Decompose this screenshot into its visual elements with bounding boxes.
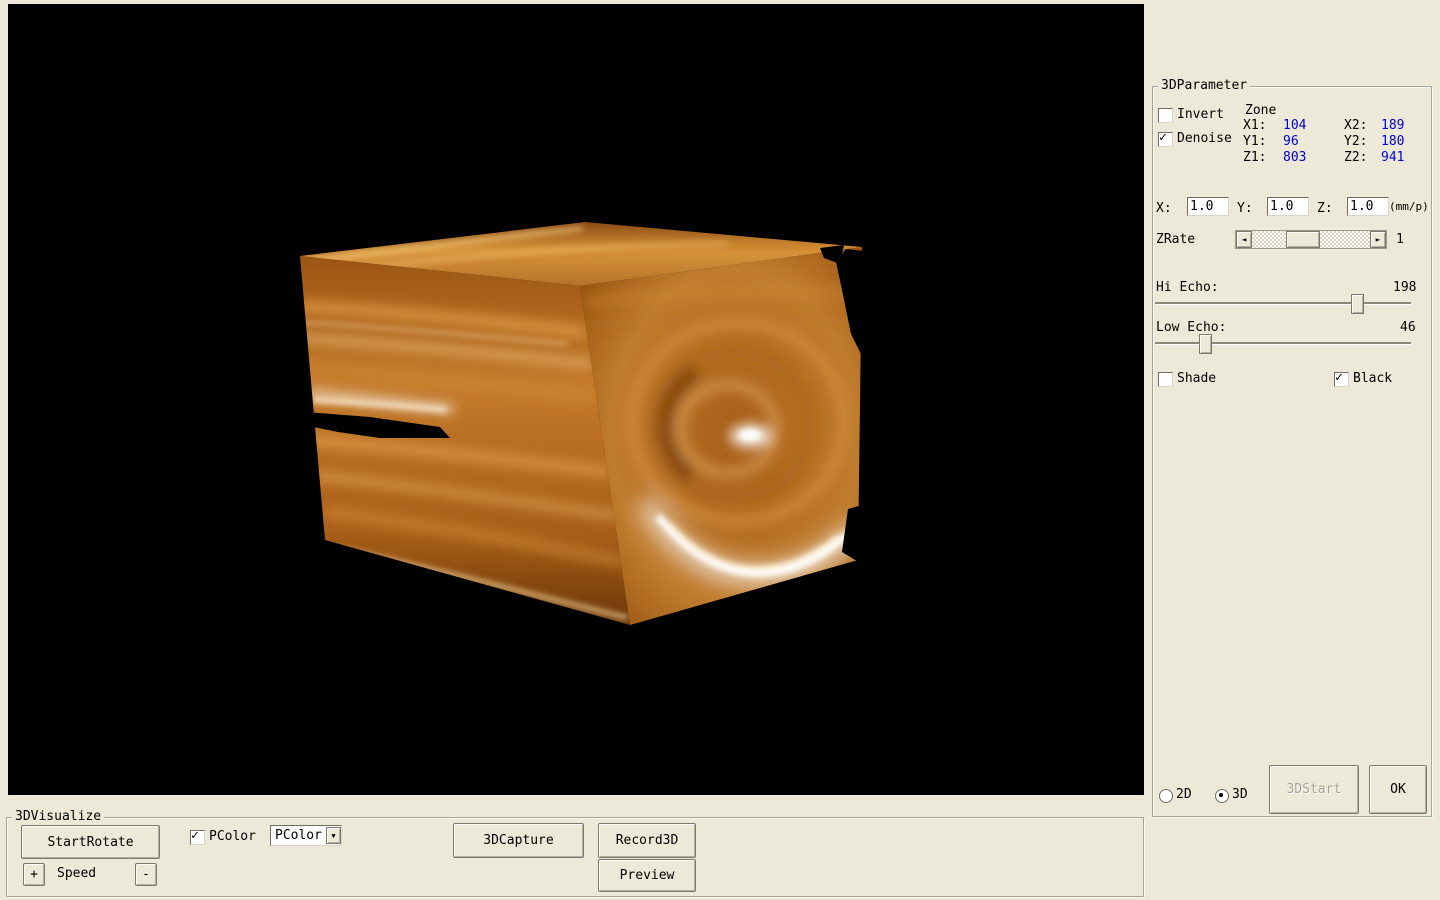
scale-z-label: Z: bbox=[1317, 201, 1333, 216]
scale-z-input[interactable] bbox=[1347, 197, 1389, 216]
visualize-groupbox: 3DVisualize StartRotate PColor PColor ▼ … bbox=[6, 817, 1144, 897]
mode-2d-radio[interactable] bbox=[1159, 789, 1173, 803]
zone-z2-value: 941 bbox=[1381, 150, 1404, 165]
scale-y-input[interactable] bbox=[1267, 197, 1309, 216]
zrate-scroll-left-button[interactable]: ◄ bbox=[1236, 231, 1252, 248]
zrate-scrollbar[interactable]: ◄ ► bbox=[1235, 230, 1387, 249]
mode-3d-label: 3D bbox=[1232, 787, 1248, 802]
zone-x1-label: X1: bbox=[1243, 118, 1266, 133]
black-label: Black bbox=[1353, 371, 1392, 386]
visualize-groupbox-title: 3DVisualize bbox=[12, 809, 104, 824]
3dcapture-button[interactable]: 3DCapture bbox=[453, 823, 584, 858]
pcolor-dropdown-value: PColor bbox=[271, 828, 326, 843]
ok-button[interactable]: OK bbox=[1369, 765, 1427, 814]
preview-button[interactable]: Preview bbox=[598, 859, 696, 892]
3d-viewport[interactable] bbox=[8, 4, 1144, 795]
zone-z2-label: Z2: bbox=[1344, 150, 1367, 165]
start-rotate-button[interactable]: StartRotate bbox=[21, 825, 160, 859]
shade-label: Shade bbox=[1177, 371, 1216, 386]
arrow-left-icon: ◄ bbox=[1242, 236, 1247, 244]
mode-2d-label: 2D bbox=[1176, 787, 1192, 802]
hi-echo-value: 198 bbox=[1393, 280, 1416, 295]
low-echo-label: Low Echo: bbox=[1156, 320, 1226, 335]
zone-title: Zone bbox=[1245, 103, 1276, 118]
speed-label: Speed bbox=[57, 866, 96, 881]
hi-echo-label: Hi Echo: bbox=[1156, 280, 1219, 295]
zone-x2-label: X2: bbox=[1344, 118, 1367, 133]
black-checkbox[interactable] bbox=[1334, 372, 1349, 387]
zone-z1-label: Z1: bbox=[1243, 150, 1266, 165]
speed-plus-button[interactable]: + bbox=[23, 863, 45, 886]
scale-y-label: Y: bbox=[1237, 201, 1253, 216]
low-echo-slider-track[interactable] bbox=[1155, 342, 1411, 344]
zone-y2-value: 180 bbox=[1381, 134, 1404, 149]
scale-unit-label: (mm/p) bbox=[1389, 199, 1429, 214]
scale-x-input[interactable] bbox=[1187, 197, 1229, 216]
record3d-button[interactable]: Record3D bbox=[598, 823, 696, 858]
denoise-checkbox[interactable] bbox=[1158, 132, 1173, 147]
parameter-groupbox-title: 3DParameter bbox=[1158, 78, 1250, 93]
invert-checkbox[interactable] bbox=[1158, 108, 1173, 123]
zone-x1-value: 104 bbox=[1283, 118, 1306, 133]
3dstart-button[interactable]: 3DStart bbox=[1269, 765, 1359, 814]
speed-minus-button[interactable]: - bbox=[135, 863, 157, 886]
pcolor-dropdown[interactable]: PColor ▼ bbox=[270, 825, 342, 846]
zone-y1-value: 96 bbox=[1283, 134, 1299, 149]
pcolor-checkbox[interactable] bbox=[190, 830, 205, 845]
invert-label: Invert bbox=[1177, 107, 1224, 122]
zrate-scroll-thumb[interactable] bbox=[1286, 231, 1320, 248]
ultrasound-volume-render bbox=[8, 4, 1144, 795]
zone-x2-value: 189 bbox=[1381, 118, 1404, 133]
low-echo-value: 46 bbox=[1400, 320, 1416, 335]
parameter-groupbox: 3DParameter Invert Denoise Zone X1: 104 … bbox=[1152, 86, 1432, 817]
denoise-label: Denoise bbox=[1177, 131, 1232, 146]
zone-y1-label: Y1: bbox=[1243, 134, 1266, 149]
zrate-value: 1 bbox=[1396, 232, 1404, 247]
zrate-label: ZRate bbox=[1156, 232, 1195, 247]
hi-echo-slider-thumb[interactable] bbox=[1351, 294, 1364, 314]
chevron-down-icon[interactable]: ▼ bbox=[326, 827, 341, 844]
hi-echo-slider-track[interactable] bbox=[1155, 302, 1411, 304]
low-echo-slider-thumb[interactable] bbox=[1199, 334, 1212, 354]
pcolor-label: PColor bbox=[209, 829, 256, 844]
scale-x-label: X: bbox=[1156, 201, 1172, 216]
zrate-scroll-right-button[interactable]: ► bbox=[1370, 231, 1386, 248]
mode-3d-radio[interactable] bbox=[1215, 789, 1229, 803]
zone-z1-value: 803 bbox=[1283, 150, 1306, 165]
shade-checkbox[interactable] bbox=[1158, 372, 1173, 387]
zone-y2-label: Y2: bbox=[1344, 134, 1367, 149]
app-window: 3DParameter Invert Denoise Zone X1: 104 … bbox=[0, 0, 1440, 900]
zrate-scroll-track[interactable] bbox=[1252, 231, 1370, 248]
arrow-right-icon: ► bbox=[1376, 236, 1381, 244]
